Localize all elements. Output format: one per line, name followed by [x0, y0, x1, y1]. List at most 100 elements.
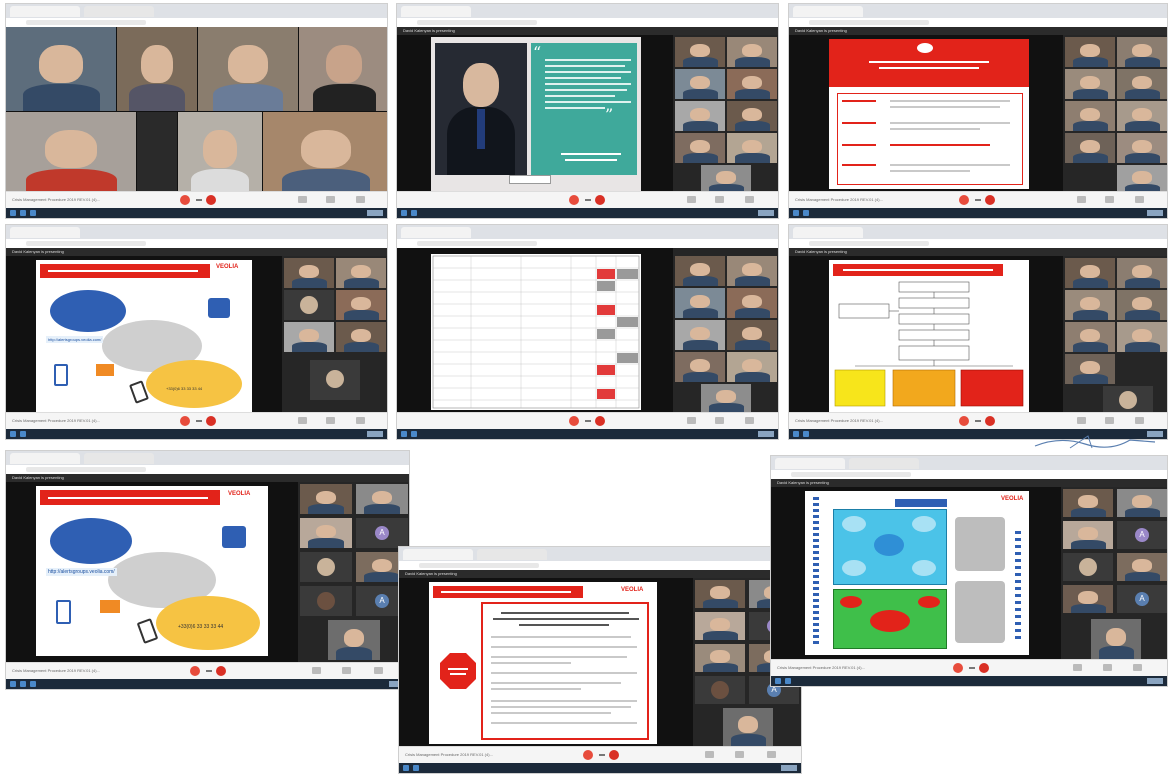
participant-tile[interactable] [1117, 101, 1167, 131]
browser-tab[interactable] [401, 227, 471, 238]
participant-tile[interactable] [695, 676, 745, 704]
settings-icon[interactable] [767, 751, 776, 758]
participant-tile[interactable] [1063, 521, 1113, 549]
participant-tile[interactable] [675, 69, 725, 99]
mic-off-button[interactable] [190, 666, 200, 676]
participant-tile[interactable] [300, 586, 352, 616]
participant-tile[interactable] [284, 322, 334, 352]
participant-tile[interactable] [6, 27, 116, 111]
participant-tile[interactable] [299, 27, 387, 111]
participant-tile[interactable] [1117, 69, 1167, 99]
captions-icon[interactable] [312, 667, 321, 674]
participant-tile[interactable] [727, 288, 777, 318]
browser-tab[interactable] [84, 6, 154, 17]
browser-tab[interactable] [793, 6, 863, 17]
settings-icon[interactable] [745, 417, 754, 424]
participant-tile[interactable] [695, 644, 745, 672]
participant-tile[interactable] [675, 101, 725, 131]
present-icon[interactable] [715, 417, 724, 424]
mic-off-button[interactable] [180, 416, 190, 426]
participant-tile[interactable] [356, 484, 408, 514]
captions-icon[interactable] [705, 751, 714, 758]
participant-tile[interactable] [198, 27, 298, 111]
participant-tile[interactable] [1117, 258, 1167, 288]
participant-tile[interactable] [1065, 354, 1115, 384]
settings-icon[interactable] [1135, 196, 1144, 203]
end-call-button[interactable] [595, 416, 605, 426]
browser-tab[interactable] [793, 227, 863, 238]
present-icon[interactable] [1103, 664, 1112, 671]
participant-tile[interactable] [675, 352, 725, 382]
present-icon[interactable] [326, 196, 335, 203]
browser-tab[interactable] [10, 227, 80, 238]
browser-tab[interactable] [775, 458, 845, 469]
participant-tile[interactable] [1091, 619, 1141, 659]
participant-tile[interactable] [1117, 322, 1167, 352]
participant-tile[interactable]: A [1117, 585, 1167, 613]
participant-tile[interactable] [695, 612, 745, 640]
participant-tile[interactable] [1065, 37, 1115, 67]
participant-tile[interactable] [1117, 37, 1167, 67]
mic-off-button[interactable] [959, 416, 969, 426]
present-icon[interactable] [1105, 196, 1114, 203]
participant-tile[interactable] [727, 320, 777, 350]
captions-icon[interactable] [1077, 196, 1086, 203]
participant-tile[interactable] [328, 620, 380, 660]
settings-icon[interactable] [1135, 417, 1144, 424]
end-call-button[interactable] [206, 416, 216, 426]
participant-tile[interactable] [336, 258, 386, 288]
mic-off-button[interactable] [959, 195, 969, 205]
captions-icon[interactable] [1077, 417, 1086, 424]
participant-tile[interactable] [336, 322, 386, 352]
participant-tile[interactable] [727, 101, 777, 131]
settings-icon[interactable] [1133, 664, 1142, 671]
browser-tab[interactable] [477, 549, 547, 560]
more-icon[interactable] [975, 420, 981, 422]
slide-nav-control[interactable] [509, 175, 551, 184]
participant-tile[interactable] [284, 290, 334, 320]
participant-tile[interactable] [300, 518, 352, 548]
participant-tile[interactable] [300, 552, 352, 582]
settings-icon[interactable] [745, 196, 754, 203]
participant-tile[interactable] [1063, 553, 1113, 581]
captions-icon[interactable] [1073, 664, 1082, 671]
mic-off-button[interactable] [569, 416, 579, 426]
participant-tile[interactable] [1065, 290, 1115, 320]
participant-tile[interactable] [1065, 258, 1115, 288]
more-icon[interactable] [599, 754, 605, 756]
browser-tab[interactable] [10, 453, 80, 464]
browser-tab[interactable] [84, 453, 154, 464]
participant-tile[interactable] [675, 37, 725, 67]
participant-tile[interactable] [336, 290, 386, 320]
browser-tab[interactable] [401, 6, 471, 17]
participant-tile[interactable] [727, 256, 777, 286]
participant-tile[interactable]: A [356, 518, 408, 548]
participant-tile[interactable] [284, 258, 334, 288]
end-call-button[interactable] [985, 195, 995, 205]
participant-tile[interactable] [263, 112, 387, 196]
participant-tile[interactable] [1063, 585, 1113, 613]
participant-tile[interactable] [310, 360, 360, 400]
participant-tile[interactable] [300, 484, 352, 514]
end-call-button[interactable] [216, 666, 226, 676]
more-icon[interactable] [196, 420, 202, 422]
participant-tile[interactable] [701, 384, 751, 412]
captions-icon[interactable] [298, 417, 307, 424]
alert-link[interactable]: http://alertsgroups.veolia.com/ [46, 568, 117, 576]
alert-link[interactable]: http://alertsgroups.veolia.com/ [46, 336, 104, 343]
present-icon[interactable] [735, 751, 744, 758]
participant-tile[interactable] [1065, 69, 1115, 99]
participant-tile[interactable] [675, 288, 725, 318]
participant-tile[interactable] [178, 112, 262, 196]
more-icon[interactable] [585, 420, 591, 422]
participant-tile[interactable] [723, 708, 773, 746]
mic-off-button[interactable] [953, 663, 963, 673]
browser-tab[interactable] [10, 6, 80, 17]
participant-tile[interactable] [1117, 553, 1167, 581]
present-icon[interactable] [1105, 417, 1114, 424]
participant-tile[interactable] [137, 112, 177, 196]
mic-off-button[interactable] [583, 750, 593, 760]
participant-tile[interactable] [727, 352, 777, 382]
participant-tile[interactable] [727, 69, 777, 99]
participant-tile[interactable] [1117, 290, 1167, 320]
